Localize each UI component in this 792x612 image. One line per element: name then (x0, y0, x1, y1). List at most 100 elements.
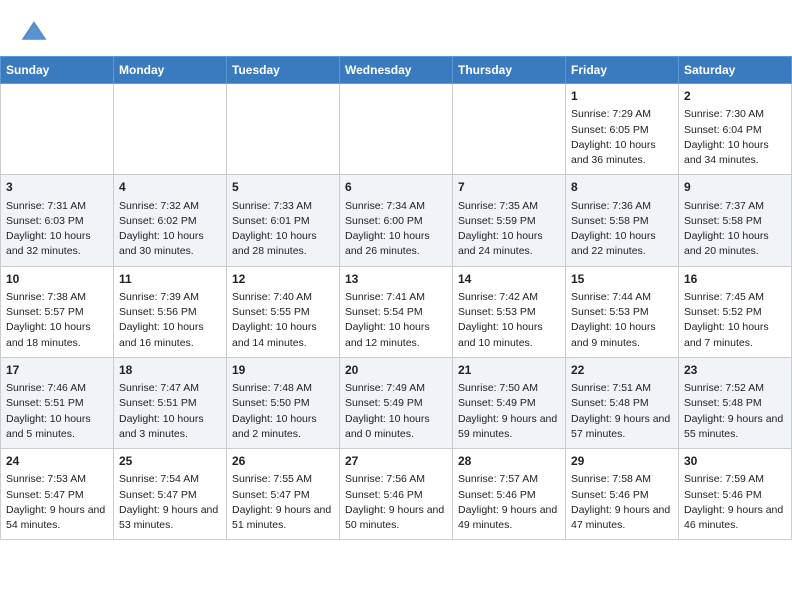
day-info: Sunrise: 7:35 AM Sunset: 5:59 PM Dayligh… (458, 199, 560, 260)
day-info: Sunrise: 7:29 AM Sunset: 6:05 PM Dayligh… (571, 107, 673, 168)
day-info: Sunrise: 7:54 AM Sunset: 5:47 PM Dayligh… (119, 472, 221, 533)
calendar-cell: 28 Sunrise: 7:57 AM Sunset: 5:46 PM Dayli… (453, 449, 566, 540)
calendar-cell: 16 Sunrise: 7:45 AM Sunset: 5:52 PM Dayli… (679, 266, 792, 357)
day-number: 10 (6, 271, 108, 288)
day-number: 29 (571, 453, 673, 470)
calendar-cell (227, 84, 340, 175)
day-info: Sunrise: 7:34 AM Sunset: 6:00 PM Dayligh… (345, 199, 447, 260)
calendar-cell: 4 Sunrise: 7:32 AM Sunset: 6:02 PM Daylig… (114, 175, 227, 266)
day-info: Sunrise: 7:55 AM Sunset: 5:47 PM Dayligh… (232, 472, 334, 533)
calendar-week-0: 1 Sunrise: 7:29 AM Sunset: 6:05 PM Daylig… (1, 84, 792, 175)
weekday-header-monday: Monday (114, 57, 227, 84)
calendar-cell: 23 Sunrise: 7:52 AM Sunset: 5:48 PM Dayli… (679, 357, 792, 448)
day-number: 16 (684, 271, 786, 288)
day-info: Sunrise: 7:53 AM Sunset: 5:47 PM Dayligh… (6, 472, 108, 533)
calendar-cell: 22Sunrise: 7:51 AM Sunset: 5:48 PM Dayli… (566, 357, 679, 448)
day-info: Sunrise: 7:37 AM Sunset: 5:58 PM Dayligh… (684, 199, 786, 260)
calendar-week-3: 17 Sunrise: 7:46 AM Sunset: 5:51 PM Dayli… (1, 357, 792, 448)
day-info: Sunrise: 7:47 AM Sunset: 5:51 PM Dayligh… (119, 381, 221, 442)
day-number: 25 (119, 453, 221, 470)
calendar-cell: 12Sunrise: 7:40 AM Sunset: 5:55 PM Dayli… (227, 266, 340, 357)
calendar-cell: 20 Sunrise: 7:49 AM Sunset: 5:49 PM Dayli… (340, 357, 453, 448)
day-number: 2 (684, 88, 786, 105)
day-number: 5 (232, 179, 334, 196)
calendar-cell: 11 Sunrise: 7:39 AM Sunset: 5:56 PM Dayli… (114, 266, 227, 357)
day-info: Sunrise: 7:48 AM Sunset: 5:50 PM Dayligh… (232, 381, 334, 442)
calendar-cell: 6 Sunrise: 7:34 AM Sunset: 6:00 PM Daylig… (340, 175, 453, 266)
day-number: 7 (458, 179, 560, 196)
day-number: 14 (458, 271, 560, 288)
day-number: 20 (345, 362, 447, 379)
calendar-header: SundayMondayTuesdayWednesdayThursdayFrid… (1, 57, 792, 84)
day-number: 15 (571, 271, 673, 288)
day-info: Sunrise: 7:44 AM Sunset: 5:53 PM Dayligh… (571, 290, 673, 351)
day-info: Sunrise: 7:56 AM Sunset: 5:46 PM Dayligh… (345, 472, 447, 533)
day-number: 6 (345, 179, 447, 196)
day-info: Sunrise: 7:45 AM Sunset: 5:52 PM Dayligh… (684, 290, 786, 351)
logo (20, 18, 52, 46)
calendar-cell (114, 84, 227, 175)
calendar-week-1: 3 Sunrise: 7:31 AM Sunset: 6:03 PM Daylig… (1, 175, 792, 266)
weekday-header-row: SundayMondayTuesdayWednesdayThursdayFrid… (1, 57, 792, 84)
day-info: Sunrise: 7:59 AM Sunset: 5:46 PM Dayligh… (684, 472, 786, 533)
calendar-cell: 30 Sunrise: 7:59 AM Sunset: 5:46 PM Dayli… (679, 449, 792, 540)
calendar-cell: 3 Sunrise: 7:31 AM Sunset: 6:03 PM Daylig… (1, 175, 114, 266)
calendar-cell: 15 Sunrise: 7:44 AM Sunset: 5:53 PM Dayli… (566, 266, 679, 357)
day-info: Sunrise: 7:57 AM Sunset: 5:46 PM Dayligh… (458, 472, 560, 533)
day-info: Sunrise: 7:30 AM Sunset: 6:04 PM Dayligh… (684, 107, 786, 168)
day-number: 13 (345, 271, 447, 288)
calendar-cell: 24 Sunrise: 7:53 AM Sunset: 5:47 PM Dayli… (1, 449, 114, 540)
calendar-cell (1, 84, 114, 175)
day-number: 28 (458, 453, 560, 470)
calendar-cell: 2 Sunrise: 7:30 AM Sunset: 6:04 PM Daylig… (679, 84, 792, 175)
calendar-week-4: 24 Sunrise: 7:53 AM Sunset: 5:47 PM Dayli… (1, 449, 792, 540)
day-info: Sunrise: 7:40 AM Sunset: 5:55 PM Dayligh… (232, 290, 334, 351)
day-number: 9 (684, 179, 786, 196)
day-number: 21 (458, 362, 560, 379)
calendar-cell: 21 Sunrise: 7:50 AM Sunset: 5:49 PM Dayli… (453, 357, 566, 448)
calendar-cell: 29 Sunrise: 7:58 AM Sunset: 5:46 PM Dayli… (566, 449, 679, 540)
calendar-cell: 8Sunrise: 7:36 AM Sunset: 5:58 PM Daylig… (566, 175, 679, 266)
day-info: Sunrise: 7:51 AM Sunset: 5:48 PM Dayligh… (571, 381, 673, 442)
calendar-cell: 1 Sunrise: 7:29 AM Sunset: 6:05 PM Daylig… (566, 84, 679, 175)
calendar-cell: 18 Sunrise: 7:47 AM Sunset: 5:51 PM Dayli… (114, 357, 227, 448)
day-number: 18 (119, 362, 221, 379)
day-number: 27 (345, 453, 447, 470)
calendar-cell: 25 Sunrise: 7:54 AM Sunset: 5:47 PM Dayli… (114, 449, 227, 540)
calendar-cell: 17 Sunrise: 7:46 AM Sunset: 5:51 PM Dayli… (1, 357, 114, 448)
weekday-header-wednesday: Wednesday (340, 57, 453, 84)
weekday-header-saturday: Saturday (679, 57, 792, 84)
day-number: 1 (571, 88, 673, 105)
weekday-header-sunday: Sunday (1, 57, 114, 84)
day-number: 24 (6, 453, 108, 470)
calendar-cell: 7 Sunrise: 7:35 AM Sunset: 5:59 PM Daylig… (453, 175, 566, 266)
day-info: Sunrise: 7:58 AM Sunset: 5:46 PM Dayligh… (571, 472, 673, 533)
weekday-header-thursday: Thursday (453, 57, 566, 84)
day-info: Sunrise: 7:42 AM Sunset: 5:53 PM Dayligh… (458, 290, 560, 351)
day-number: 26 (232, 453, 334, 470)
calendar-cell: 27 Sunrise: 7:56 AM Sunset: 5:46 PM Dayli… (340, 449, 453, 540)
day-info: Sunrise: 7:46 AM Sunset: 5:51 PM Dayligh… (6, 381, 108, 442)
day-number: 8 (571, 179, 673, 196)
day-number: 17 (6, 362, 108, 379)
weekday-header-tuesday: Tuesday (227, 57, 340, 84)
day-info: Sunrise: 7:49 AM Sunset: 5:49 PM Dayligh… (345, 381, 447, 442)
day-number: 11 (119, 271, 221, 288)
day-number: 4 (119, 179, 221, 196)
day-info: Sunrise: 7:41 AM Sunset: 5:54 PM Dayligh… (345, 290, 447, 351)
calendar-cell (453, 84, 566, 175)
day-info: Sunrise: 7:50 AM Sunset: 5:49 PM Dayligh… (458, 381, 560, 442)
day-number: 19 (232, 362, 334, 379)
page-header (0, 0, 792, 56)
calendar-cell: 10Sunrise: 7:38 AM Sunset: 5:57 PM Dayli… (1, 266, 114, 357)
weekday-header-friday: Friday (566, 57, 679, 84)
day-number: 30 (684, 453, 786, 470)
day-info: Sunrise: 7:52 AM Sunset: 5:48 PM Dayligh… (684, 381, 786, 442)
day-number: 3 (6, 179, 108, 196)
day-number: 23 (684, 362, 786, 379)
day-info: Sunrise: 7:33 AM Sunset: 6:01 PM Dayligh… (232, 199, 334, 260)
logo-icon (20, 18, 48, 46)
day-info: Sunrise: 7:32 AM Sunset: 6:02 PM Dayligh… (119, 199, 221, 260)
day-info: Sunrise: 7:39 AM Sunset: 5:56 PM Dayligh… (119, 290, 221, 351)
day-info: Sunrise: 7:31 AM Sunset: 6:03 PM Dayligh… (6, 199, 108, 260)
